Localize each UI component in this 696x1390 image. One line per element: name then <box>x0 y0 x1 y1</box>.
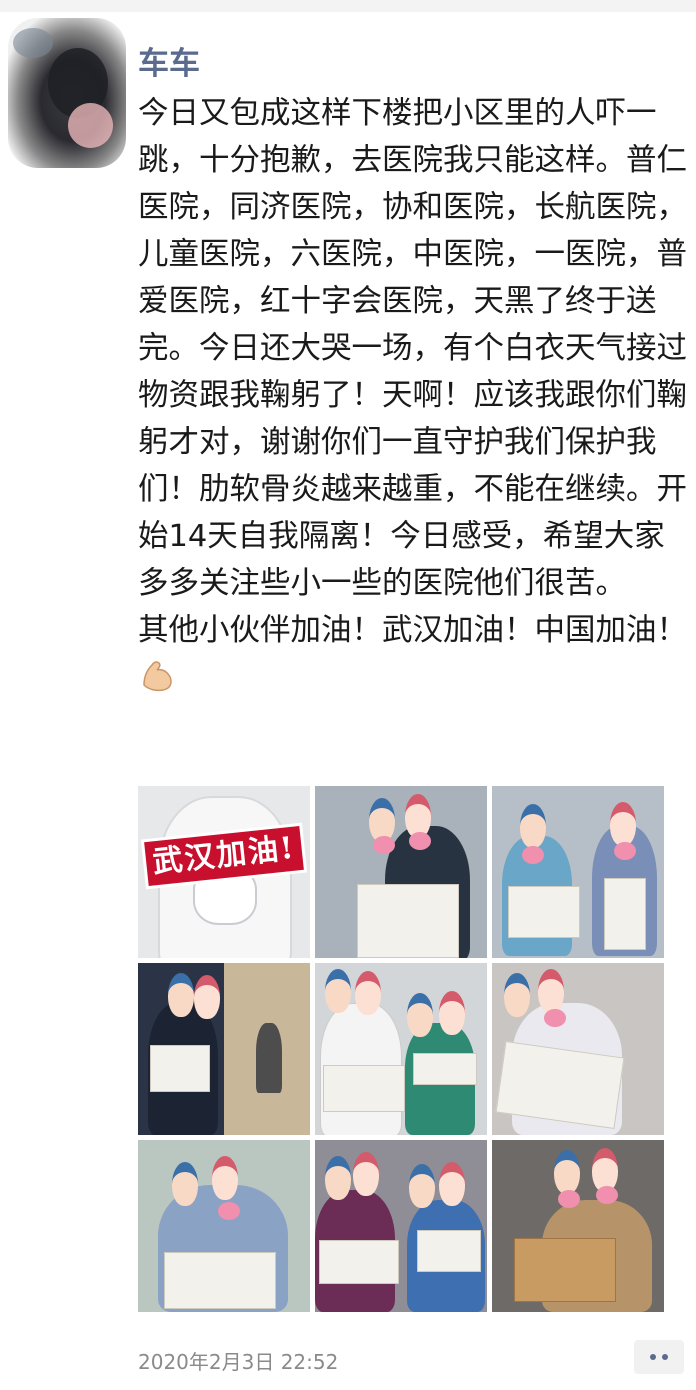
photo-7[interactable] <box>138 1140 310 1312</box>
photo-3[interactable] <box>492 786 664 958</box>
photo-2[interactable] <box>315 786 487 958</box>
photo-grid: 武汉加油! <box>138 786 664 1312</box>
post-text: 今日又包成这样下楼把小区里的人吓一跳，十分抱歉，去医院我只能这样。普仁医院，同济… <box>138 96 687 648</box>
photo-1[interactable]: 武汉加油! <box>138 786 310 958</box>
username[interactable]: 车车 <box>138 38 200 83</box>
avatar[interactable] <box>8 18 126 168</box>
more-options-button[interactable] <box>634 1340 684 1374</box>
top-bar <box>0 0 696 12</box>
photo-8[interactable] <box>315 1140 487 1312</box>
post-content: 今日又包成这样下楼把小区里的人吓一跳，十分抱歉，去医院我只能这样。普仁医院，同济… <box>138 90 688 701</box>
more-dot-icon <box>662 1354 668 1360</box>
more-dot-icon <box>650 1354 656 1360</box>
photo-6[interactable] <box>492 963 664 1135</box>
photo-9[interactable] <box>492 1140 664 1312</box>
post-timestamp: 2020年2月3日 22:52 <box>138 1350 339 1374</box>
photo-5[interactable] <box>315 963 487 1135</box>
photo-4[interactable] <box>138 963 310 1135</box>
flexed-biceps-icon <box>143 661 172 692</box>
